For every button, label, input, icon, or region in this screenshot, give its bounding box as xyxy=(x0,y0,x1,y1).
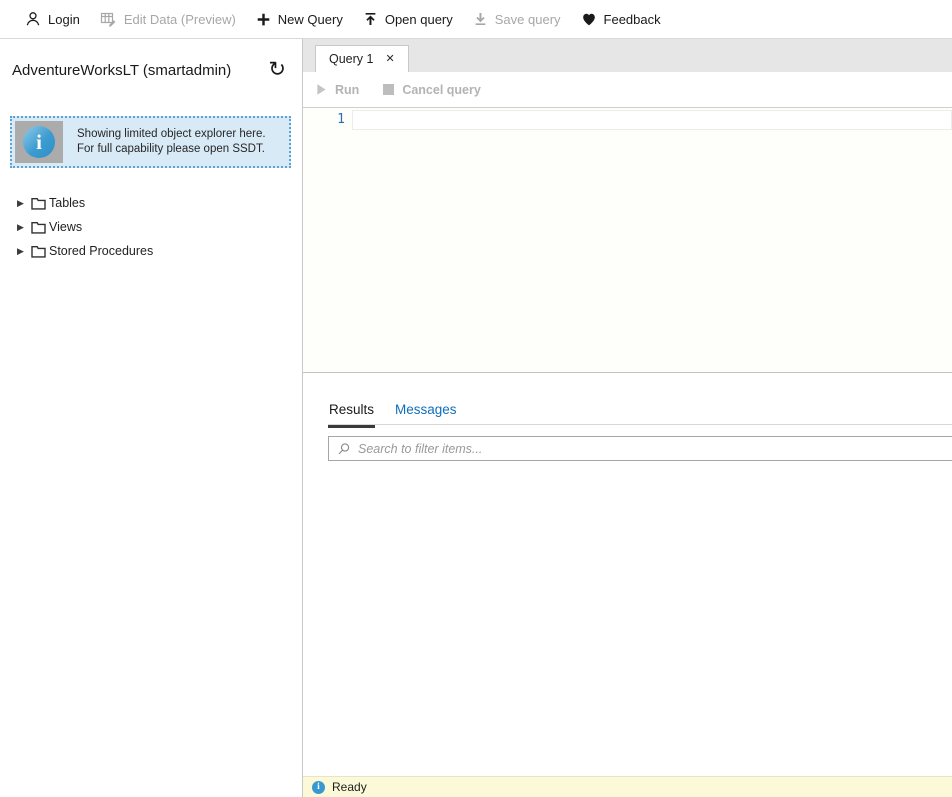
notice-text: Showing limited object explorer here. Fo… xyxy=(63,121,286,163)
run-button: Run xyxy=(316,83,359,97)
refresh-icon[interactable]: ↻ xyxy=(268,59,286,80)
limited-explorer-notice: i Showing limited object explorer here. … xyxy=(10,116,291,168)
notice-icon-background: i xyxy=(15,121,63,163)
results-panel: Results Messages xyxy=(303,373,952,776)
save-arrow-icon xyxy=(473,11,488,27)
folder-icon xyxy=(31,197,46,210)
tree-item-label: Views xyxy=(49,220,82,234)
status-info-icon: i xyxy=(312,781,325,794)
notice-line-1: Showing limited object explorer here. xyxy=(77,127,282,142)
expander-icon[interactable]: ▶ xyxy=(17,198,31,209)
search-input[interactable] xyxy=(358,437,952,460)
save-query-button: Save query xyxy=(473,11,561,27)
tree-item-label: Stored Procedures xyxy=(49,244,153,258)
editor-current-line[interactable] xyxy=(352,110,952,130)
info-icon: i xyxy=(23,126,55,158)
status-label: Ready xyxy=(332,780,367,794)
person-icon xyxy=(25,11,41,27)
edit-data-button: Edit Data (Preview) xyxy=(100,11,236,27)
query-tab[interactable]: Query 1 ✕ xyxy=(315,45,409,72)
status-bar: i Ready xyxy=(303,776,952,797)
open-arrow-icon xyxy=(363,11,378,27)
object-explorer-sidebar: AdventureWorksLT (smartadmin) ↻ i Showin… xyxy=(0,39,303,797)
object-tree: ▶ Tables ▶ Views ▶ St xyxy=(0,191,302,263)
expander-icon[interactable]: ▶ xyxy=(17,246,31,257)
query-pane: Query 1 ✕ Run Cancel query 1 Results Mes… xyxy=(303,39,952,797)
edit-data-label: Edit Data (Preview) xyxy=(124,12,236,27)
heart-icon xyxy=(581,12,597,27)
query-tab-bar: Query 1 ✕ xyxy=(303,39,952,72)
new-query-button[interactable]: New Query xyxy=(256,12,343,27)
results-tabs-divider xyxy=(328,424,952,425)
save-query-label: Save query xyxy=(495,12,561,27)
folder-icon xyxy=(31,221,46,234)
search-icon xyxy=(337,442,351,456)
folder-icon xyxy=(31,245,46,258)
feedback-button[interactable]: Feedback xyxy=(581,12,661,27)
tree-item-views[interactable]: ▶ Views xyxy=(0,215,302,239)
line-number: 1 xyxy=(303,110,345,130)
new-query-label: New Query xyxy=(278,12,343,27)
tree-item-label: Tables xyxy=(49,196,85,210)
cancel-query-button: Cancel query xyxy=(383,83,481,97)
plus-icon xyxy=(256,12,271,27)
tree-item-tables[interactable]: ▶ Tables xyxy=(0,191,302,215)
results-search-box xyxy=(328,436,952,461)
notice-line-2: For full capability please open SSDT. xyxy=(77,142,282,157)
query-action-bar: Run Cancel query xyxy=(303,72,952,108)
tree-item-stored-procedures[interactable]: ▶ Stored Procedures xyxy=(0,239,302,263)
database-title: AdventureWorksLT (smartadmin) xyxy=(12,59,231,79)
cancel-query-label: Cancel query xyxy=(402,83,481,97)
stop-icon xyxy=(383,84,394,95)
sidebar-header: AdventureWorksLT (smartadmin) ↻ xyxy=(0,39,302,80)
close-icon[interactable]: ✕ xyxy=(385,54,394,65)
open-query-button[interactable]: Open query xyxy=(363,11,453,27)
edit-table-icon xyxy=(100,11,117,27)
feedback-label: Feedback xyxy=(604,12,661,27)
query-tab-label: Query 1 xyxy=(329,52,373,66)
login-label: Login xyxy=(48,12,80,27)
login-button[interactable]: Login xyxy=(25,11,80,27)
run-icon xyxy=(316,83,327,96)
open-query-label: Open query xyxy=(385,12,453,27)
expander-icon[interactable]: ▶ xyxy=(17,222,31,233)
top-toolbar: Login Edit Data (Preview) New Query xyxy=(0,0,952,39)
run-label: Run xyxy=(335,83,359,97)
sql-editor[interactable]: 1 xyxy=(303,108,952,373)
